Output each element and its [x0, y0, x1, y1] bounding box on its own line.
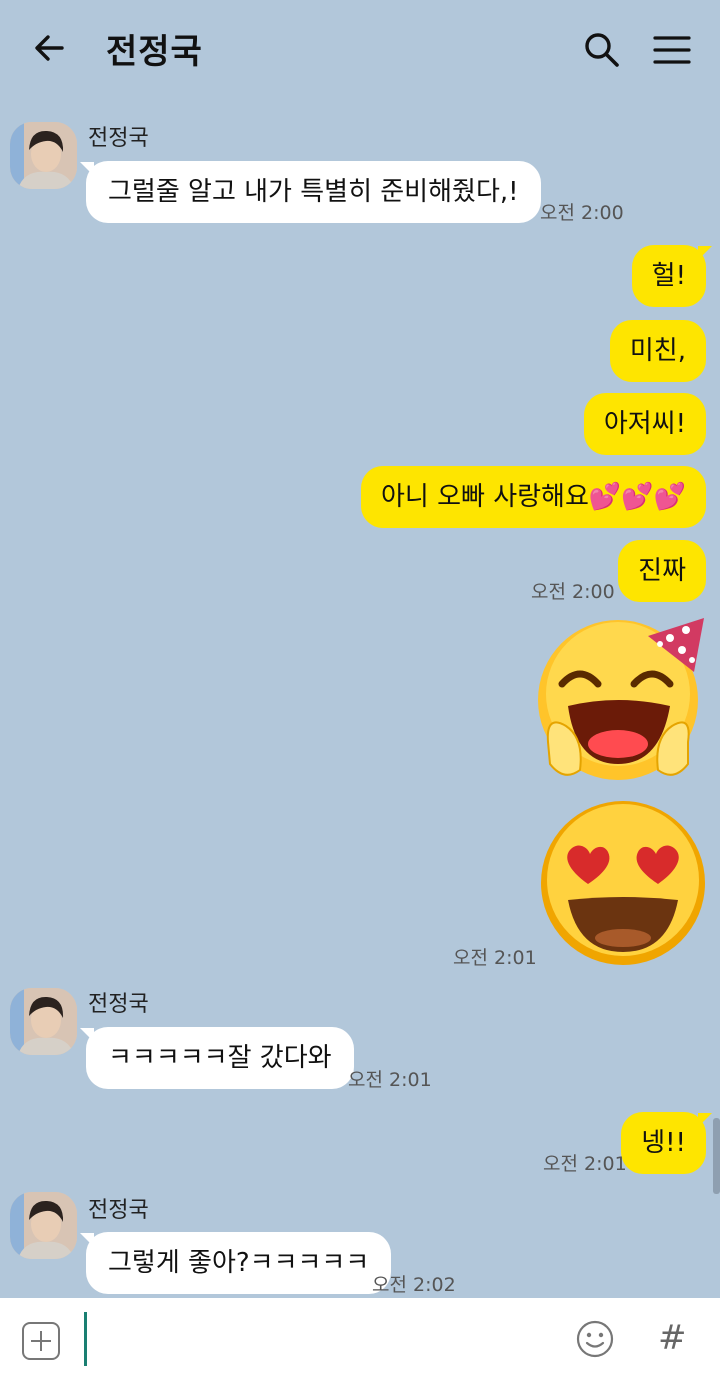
heart-eyes-emoticon[interactable] [538, 798, 708, 968]
outgoing-message[interactable]: 넹!! [621, 1112, 706, 1174]
profile-photo [10, 988, 77, 1055]
avatar[interactable] [10, 1192, 77, 1259]
party-laughing-emoticon[interactable] [536, 614, 708, 782]
sender-name: 전정국 [88, 992, 149, 1017]
arrow-left-icon[interactable] [32, 30, 68, 66]
avatar[interactable] [10, 122, 77, 189]
profile-photo [10, 122, 77, 189]
outgoing-message[interactable]: 미친, [609, 320, 706, 382]
outgoing-message[interactable]: 헐! [631, 245, 706, 307]
hamburger-menu-icon[interactable] [652, 30, 692, 70]
incoming-message[interactable]: 그럴줄 알고 내가 특별히 준비해줬다,! [86, 161, 541, 223]
hashtag-button[interactable]: # [658, 1318, 687, 1358]
sender-name: 전정국 [88, 1198, 149, 1223]
avatar[interactable] [10, 988, 77, 1055]
smiley-icon[interactable] [576, 1320, 614, 1358]
message-time: 오전 2:01 [453, 947, 537, 969]
message-input-bar: # [0, 1298, 720, 1382]
outgoing-message[interactable]: 아저씨! [583, 393, 706, 455]
bubble-tail [698, 246, 712, 260]
chat-title: 전정국 [106, 32, 203, 72]
outgoing-message[interactable]: 진짜 [618, 540, 706, 602]
message-input[interactable] [84, 1312, 87, 1366]
profile-photo [10, 1192, 77, 1259]
scrollbar-thumb[interactable] [713, 1118, 720, 1194]
incoming-message[interactable]: 그렇게 좋아?ㅋㅋㅋㅋㅋ [86, 1232, 392, 1294]
chat-header: 전정국 [0, 0, 720, 98]
search-icon[interactable] [582, 30, 622, 70]
message-time: 오전 2:00 [540, 202, 624, 224]
sender-name: 전정국 [88, 126, 149, 151]
outgoing-message[interactable]: 아니 오빠 사랑해요💕💕💕 [360, 466, 706, 528]
message-time: 오전 2:01 [348, 1069, 432, 1091]
incoming-message[interactable]: ㅋㅋㅋㅋㅋ잘 갔다와 [86, 1027, 354, 1089]
message-time: 오전 2:01 [543, 1153, 627, 1175]
bubble-tail [698, 1113, 712, 1127]
message-time: 오전 2:02 [372, 1274, 456, 1296]
message-time: 오전 2:00 [531, 581, 615, 603]
plus-box-icon[interactable] [22, 1322, 60, 1360]
